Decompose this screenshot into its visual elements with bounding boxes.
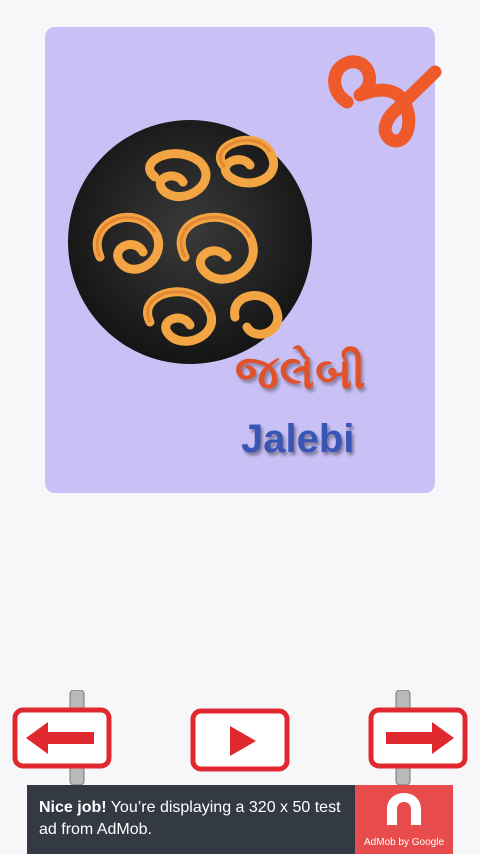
admob-icon [387,793,421,825]
ad-banner[interactable]: Nice job! You’re displaying a 320 x 50 t… [27,785,453,854]
ad-brand: AdMob by Google [363,837,445,848]
ad-text: Nice job! You’re displaying a 320 x 50 t… [39,797,359,841]
next-button[interactable] [368,690,468,785]
letter-ja-glyph [328,55,442,148]
word-english: Jalebi [241,417,355,461]
admob-logo: AdMob by Google [355,785,453,854]
word-gujarati: જલેબી [235,345,367,399]
ad-headline: Nice job! [39,799,107,816]
jalebi-image [68,120,312,364]
previous-button[interactable] [12,690,112,785]
flash-card: જલેબી Jalebi [45,27,442,493]
play-button[interactable] [190,708,290,774]
